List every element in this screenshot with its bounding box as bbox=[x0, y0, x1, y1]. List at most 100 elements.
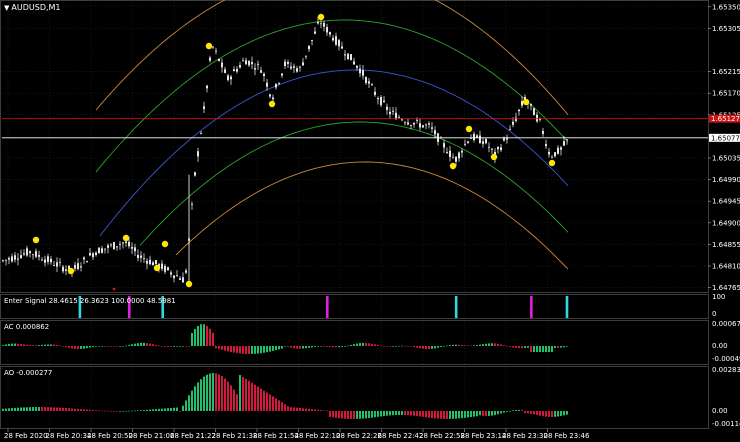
price-tick-label: 1.64900 bbox=[712, 219, 740, 227]
ac-bar bbox=[518, 346, 520, 349]
ao-tick-label: -0.00114 bbox=[712, 420, 740, 428]
ac-bar bbox=[317, 346, 319, 347]
ao-bar bbox=[317, 409, 319, 411]
ac-bar bbox=[314, 346, 316, 347]
swing-marker bbox=[205, 42, 213, 50]
swing-marker bbox=[317, 13, 325, 21]
ao-bar bbox=[32, 407, 34, 411]
ac-oscillator-panel[interactable] bbox=[0, 320, 709, 365]
candle-body bbox=[131, 246, 133, 249]
ao-bar bbox=[98, 410, 100, 412]
ao-bar bbox=[140, 410, 142, 411]
ao-tick-label: 0.00 bbox=[712, 407, 728, 415]
main-price-panel[interactable] bbox=[0, 0, 709, 293]
ao-bar bbox=[479, 411, 481, 416]
ac-bar bbox=[17, 343, 19, 346]
ao-bar bbox=[401, 411, 403, 416]
ao-bar bbox=[446, 411, 448, 419]
ao-bar bbox=[407, 411, 409, 416]
ao-bar bbox=[197, 382, 199, 411]
candle-body bbox=[251, 62, 253, 65]
ao-oscillator-panel[interactable] bbox=[0, 366, 709, 429]
signal-tick-label: 100 bbox=[712, 293, 725, 301]
ac-bar bbox=[203, 324, 205, 346]
candle-body bbox=[218, 58, 220, 61]
ac-bar bbox=[383, 345, 385, 347]
ao-bar bbox=[11, 408, 13, 411]
candle-body bbox=[422, 125, 424, 128]
ac-bar bbox=[419, 346, 421, 349]
ao-bar bbox=[428, 411, 430, 418]
ac-bar bbox=[521, 346, 523, 349]
trading-chart[interactable]: 1.653501.653051.652151.651701.651251.650… bbox=[0, 0, 740, 442]
ao-bar bbox=[248, 380, 250, 411]
chart-title[interactable]: ▼ AUDUSD,M1 bbox=[4, 3, 61, 12]
ac-bar bbox=[107, 346, 109, 347]
ac-bar bbox=[122, 346, 124, 347]
ao-bar bbox=[314, 409, 316, 411]
ao-bar bbox=[449, 411, 451, 419]
ac-bar bbox=[500, 344, 502, 346]
ac-bar bbox=[230, 346, 232, 352]
candle-body bbox=[242, 60, 244, 62]
ac-bar bbox=[272, 346, 274, 351]
candle-body bbox=[113, 242, 115, 250]
candle-body bbox=[143, 258, 145, 260]
price-tick-label: 1.64945 bbox=[712, 198, 740, 206]
ac-bar bbox=[110, 346, 112, 347]
ao-bar bbox=[404, 411, 406, 416]
candle-body bbox=[551, 156, 553, 158]
ao-bar bbox=[176, 407, 178, 411]
price-tick-label: 1.64810 bbox=[712, 263, 740, 271]
ao-bar bbox=[335, 411, 337, 418]
ac-bar bbox=[410, 346, 412, 347]
ac-bar bbox=[167, 346, 169, 347]
ac-bar bbox=[434, 346, 436, 349]
candle-body bbox=[368, 81, 370, 84]
ac-bar bbox=[41, 344, 43, 346]
ao-bar bbox=[380, 411, 382, 417]
ac-bar bbox=[473, 345, 475, 346]
ao-bar bbox=[344, 411, 346, 419]
candle-body bbox=[425, 124, 427, 126]
ao-bar bbox=[356, 411, 358, 419]
ac-bar bbox=[209, 328, 211, 346]
ao-bar bbox=[152, 409, 154, 411]
ao-bar bbox=[554, 411, 556, 417]
ac-bar bbox=[380, 345, 382, 347]
ac-bar bbox=[353, 344, 355, 346]
candle-body bbox=[125, 241, 127, 243]
ac-bar bbox=[263, 346, 265, 353]
ac-bar bbox=[236, 346, 238, 354]
ac-bar bbox=[86, 346, 88, 349]
ac-bar bbox=[335, 346, 337, 348]
candle-body bbox=[329, 32, 331, 35]
candle-body bbox=[332, 37, 334, 41]
triangle-down-icon[interactable]: ▼ bbox=[4, 4, 9, 12]
time-tick-label: 28 Feb 21:06 bbox=[129, 432, 175, 440]
candle-body bbox=[353, 61, 355, 65]
candle-body bbox=[56, 262, 58, 267]
candle-body bbox=[77, 263, 79, 270]
candle-body bbox=[464, 143, 466, 145]
candle-body bbox=[350, 54, 352, 61]
ac-bar bbox=[362, 342, 364, 346]
candle-body bbox=[515, 117, 517, 121]
ac-bar bbox=[173, 346, 175, 347]
candle-body bbox=[341, 46, 343, 49]
ac-bar bbox=[8, 343, 10, 346]
ao-bar bbox=[326, 410, 328, 412]
candle-body bbox=[161, 263, 163, 269]
candle-body bbox=[110, 244, 112, 246]
candle-body bbox=[245, 60, 247, 65]
ao-bar bbox=[431, 411, 433, 419]
ac-bar bbox=[359, 343, 361, 346]
ac-bar bbox=[206, 325, 208, 346]
ac-bar bbox=[401, 345, 403, 347]
ao-bar bbox=[419, 411, 421, 417]
price-tick-label: 1.65170 bbox=[712, 90, 740, 98]
ao-bar bbox=[311, 409, 313, 411]
ac-tick-label: 0.000673 bbox=[712, 320, 740, 328]
ao-bar bbox=[77, 408, 79, 411]
candle-body bbox=[500, 147, 502, 151]
